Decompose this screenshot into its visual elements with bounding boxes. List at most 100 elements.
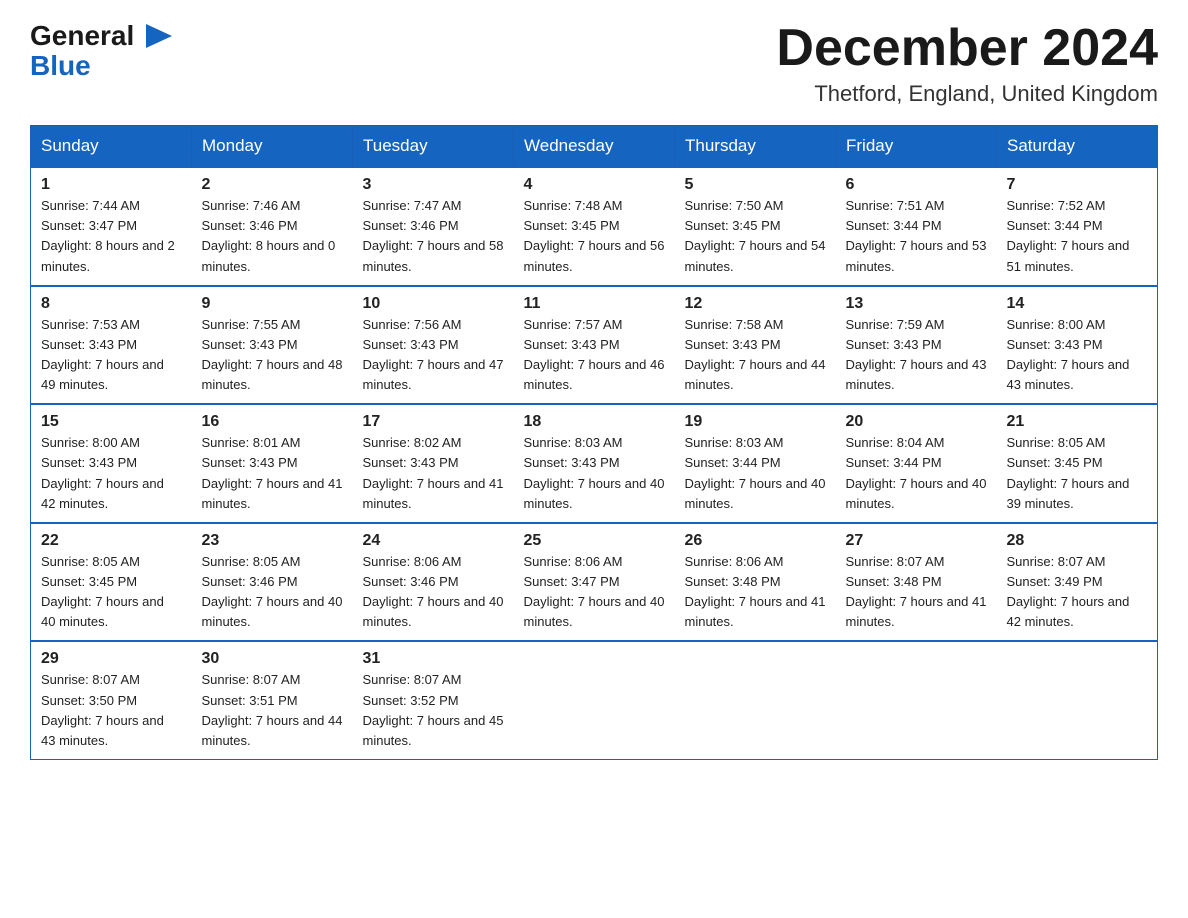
day-info: Sunrise: 8:06 AMSunset: 3:46 PMDaylight:… [363,552,504,633]
day-cell-29: 29 Sunrise: 8:07 AMSunset: 3:50 PMDayligh… [31,641,192,759]
week-row-3: 15 Sunrise: 8:00 AMSunset: 3:43 PMDayligh… [31,404,1158,523]
day-number: 10 [363,295,504,313]
logo-general-text: General [30,22,134,50]
day-cell-15: 15 Sunrise: 8:00 AMSunset: 3:43 PMDayligh… [31,404,192,523]
day-cell-25: 25Sunrise: 8:06 AMSunset: 3:47 PMDayligh… [514,523,675,642]
day-cell-19: 19 Sunrise: 8:03 AMSunset: 3:44 PMDayligh… [675,404,836,523]
week-row-4: 22 Sunrise: 8:05 AMSunset: 3:45 PMDayligh… [31,523,1158,642]
day-cell-18: 18 Sunrise: 8:03 AMSunset: 3:43 PMDayligh… [514,404,675,523]
day-number: 18 [524,413,665,431]
day-cell-7: 7Sunrise: 7:52 AMSunset: 3:44 PMDaylight… [997,167,1158,286]
day-info: Sunrise: 8:07 AMSunset: 3:50 PMDaylight:… [41,670,182,751]
day-info: Sunrise: 7:59 AMSunset: 3:43 PMDaylight:… [846,315,987,396]
day-number: 31 [363,650,504,668]
location-title: Thetford, England, United Kingdom [776,81,1158,107]
day-number: 15 [41,413,182,431]
weekday-header-friday: Friday [836,126,997,168]
day-cell-23: 23 Sunrise: 8:05 AMSunset: 3:46 PMDayligh… [192,523,353,642]
day-cell-12: 12 Sunrise: 7:58 AMSunset: 3:43 PMDayligh… [675,286,836,405]
day-number: 12 [685,295,826,313]
day-number: 29 [41,650,182,668]
day-cell-8: 8Sunrise: 7:53 AMSunset: 3:43 PMDaylight… [31,286,192,405]
day-number: 30 [202,650,343,668]
day-info: Sunrise: 8:03 AMSunset: 3:44 PMDaylight:… [685,433,826,514]
day-number: 9 [202,295,343,313]
day-info: Sunrise: 7:46 AMSunset: 3:46 PMDaylight:… [202,196,343,277]
day-info: Sunrise: 8:04 AMSunset: 3:44 PMDaylight:… [846,433,987,514]
day-info: Sunrise: 7:47 AMSunset: 3:46 PMDaylight:… [363,196,504,277]
day-info: Sunrise: 7:44 AMSunset: 3:47 PMDaylight:… [41,196,182,277]
day-info: Sunrise: 7:51 AMSunset: 3:44 PMDaylight:… [846,196,987,277]
empty-cell [514,641,675,759]
day-number: 21 [1007,413,1148,431]
day-info: Sunrise: 7:56 AMSunset: 3:43 PMDaylight:… [363,315,504,396]
day-info: Sunrise: 8:05 AMSunset: 3:45 PMDaylight:… [1007,433,1148,514]
day-number: 27 [846,532,987,550]
day-number: 11 [524,295,665,313]
day-info: Sunrise: 8:06 AMSunset: 3:47 PMDaylight:… [524,552,665,633]
empty-cell [675,641,836,759]
day-cell-11: 11 Sunrise: 7:57 AMSunset: 3:43 PMDayligh… [514,286,675,405]
day-info: Sunrise: 8:07 AMSunset: 3:48 PMDaylight:… [846,552,987,633]
day-cell-9: 9 Sunrise: 7:55 AMSunset: 3:43 PMDaylight… [192,286,353,405]
day-number: 6 [846,176,987,194]
week-row-5: 29 Sunrise: 8:07 AMSunset: 3:50 PMDayligh… [31,641,1158,759]
logo-blue-text: Blue [30,50,91,81]
day-info: Sunrise: 7:57 AMSunset: 3:43 PMDaylight:… [524,315,665,396]
day-info: Sunrise: 8:07 AMSunset: 3:52 PMDaylight:… [363,670,504,751]
day-info: Sunrise: 8:00 AMSunset: 3:43 PMDaylight:… [41,433,182,514]
title-block: December 2024 Thetford, England, United … [776,20,1158,107]
weekday-header-wednesday: Wednesday [514,126,675,168]
day-cell-13: 13 Sunrise: 7:59 AMSunset: 3:43 PMDayligh… [836,286,997,405]
day-cell-20: 20Sunrise: 8:04 AMSunset: 3:44 PMDayligh… [836,404,997,523]
day-info: Sunrise: 7:50 AMSunset: 3:45 PMDaylight:… [685,196,826,277]
calendar-table: SundayMondayTuesdayWednesdayThursdayFrid… [30,125,1158,760]
weekday-header-tuesday: Tuesday [353,126,514,168]
day-info: Sunrise: 8:07 AMSunset: 3:51 PMDaylight:… [202,670,343,751]
day-number: 28 [1007,532,1148,550]
day-number: 16 [202,413,343,431]
day-number: 1 [41,176,182,194]
day-number: 19 [685,413,826,431]
week-row-1: 1 Sunrise: 7:44 AMSunset: 3:47 PMDaylight… [31,167,1158,286]
day-info: Sunrise: 7:53 AMSunset: 3:43 PMDaylight:… [41,315,182,396]
day-cell-5: 5 Sunrise: 7:50 AMSunset: 3:45 PMDaylight… [675,167,836,286]
weekday-header-row: SundayMondayTuesdayWednesdayThursdayFrid… [31,126,1158,168]
week-row-2: 8Sunrise: 7:53 AMSunset: 3:43 PMDaylight… [31,286,1158,405]
day-info: Sunrise: 8:05 AMSunset: 3:45 PMDaylight:… [41,552,182,633]
empty-cell [997,641,1158,759]
day-cell-14: 14Sunrise: 8:00 AMSunset: 3:43 PMDayligh… [997,286,1158,405]
day-number: 24 [363,532,504,550]
day-number: 23 [202,532,343,550]
day-cell-30: 30 Sunrise: 8:07 AMSunset: 3:51 PMDayligh… [192,641,353,759]
day-number: 4 [524,176,665,194]
day-number: 22 [41,532,182,550]
month-title: December 2024 [776,20,1158,77]
weekday-header-saturday: Saturday [997,126,1158,168]
day-cell-31: 31 Sunrise: 8:07 AMSunset: 3:52 PMDayligh… [353,641,514,759]
day-cell-17: 17Sunrise: 8:02 AMSunset: 3:43 PMDayligh… [353,404,514,523]
day-cell-27: 27 Sunrise: 8:07 AMSunset: 3:48 PMDayligh… [836,523,997,642]
day-cell-2: 2 Sunrise: 7:46 AMSunset: 3:46 PMDaylight… [192,167,353,286]
day-info: Sunrise: 7:58 AMSunset: 3:43 PMDaylight:… [685,315,826,396]
page-header: General Blue December 2024 Thetford, Eng… [30,20,1158,107]
day-cell-21: 21 Sunrise: 8:05 AMSunset: 3:45 PMDayligh… [997,404,1158,523]
day-info: Sunrise: 7:55 AMSunset: 3:43 PMDaylight:… [202,315,343,396]
weekday-header-monday: Monday [192,126,353,168]
day-cell-22: 22 Sunrise: 8:05 AMSunset: 3:45 PMDayligh… [31,523,192,642]
day-cell-28: 28Sunrise: 8:07 AMSunset: 3:49 PMDayligh… [997,523,1158,642]
day-number: 2 [202,176,343,194]
day-number: 5 [685,176,826,194]
weekday-header-sunday: Sunday [31,126,192,168]
day-info: Sunrise: 8:06 AMSunset: 3:48 PMDaylight:… [685,552,826,633]
day-info: Sunrise: 7:48 AMSunset: 3:45 PMDaylight:… [524,196,665,277]
day-info: Sunrise: 8:01 AMSunset: 3:43 PMDaylight:… [202,433,343,514]
day-cell-24: 24 Sunrise: 8:06 AMSunset: 3:46 PMDayligh… [353,523,514,642]
day-info: Sunrise: 8:03 AMSunset: 3:43 PMDaylight:… [524,433,665,514]
day-number: 17 [363,413,504,431]
day-cell-3: 3Sunrise: 7:47 AMSunset: 3:46 PMDaylight… [353,167,514,286]
day-cell-1: 1 Sunrise: 7:44 AMSunset: 3:47 PMDaylight… [31,167,192,286]
day-info: Sunrise: 8:05 AMSunset: 3:46 PMDaylight:… [202,552,343,633]
day-number: 13 [846,295,987,313]
day-number: 7 [1007,176,1148,194]
